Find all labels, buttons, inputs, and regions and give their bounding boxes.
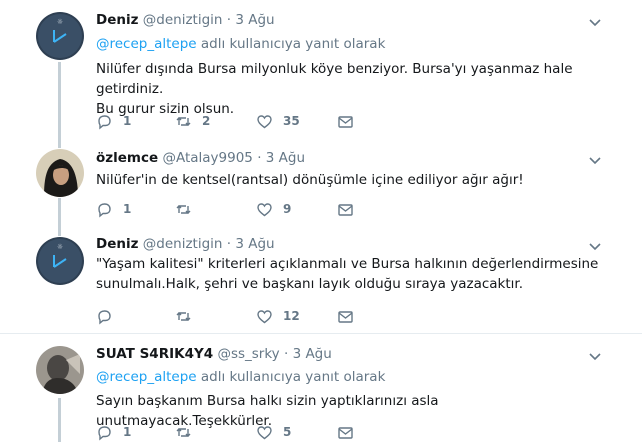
retweet-button[interactable]	[175, 306, 202, 326]
message-button[interactable]	[337, 422, 354, 442]
reply-context-text: adlı kullanıcıya yanıt olarak	[200, 369, 386, 385]
like-icon	[257, 309, 272, 323]
reply-count: 1	[123, 114, 132, 128]
tweet[interactable]: ☼ Deniz @deniztigin · 3 Ağu "Yaşam kalit…	[0, 230, 642, 330]
avatar[interactable]: ☼	[36, 237, 84, 285]
avatar[interactable]	[36, 346, 84, 394]
like-icon	[257, 202, 272, 216]
tweet[interactable]: ☼ Deniz @deniztigin · 3 Ağu @recep_altep…	[0, 0, 642, 145]
reply-icon	[98, 114, 111, 129]
tweet-text: Nilüfer dışında Bursa milyonluk köye ben…	[96, 59, 616, 119]
like-count: 5	[283, 425, 292, 439]
reply-context-text: adlı kullanıcıya yanıt olarak	[200, 36, 386, 52]
tweet-actions: 12	[96, 306, 396, 326]
tweet-actions: 1 2 35	[96, 111, 396, 131]
reply-button[interactable]: 1	[96, 422, 131, 442]
reply-button[interactable]: 1	[96, 111, 131, 131]
tweet-text-line: Nilüfer dışında Bursa milyonluk köye ben…	[96, 61, 573, 97]
tweet[interactable]: özlemce @Atalay9905 · 3 Ağu Nilüfer'in d…	[0, 145, 642, 230]
mention-link[interactable]: @recep_altepe	[96, 369, 197, 385]
message-icon	[338, 203, 353, 216]
avatar[interactable]	[36, 149, 84, 197]
retweet-icon	[176, 204, 191, 214]
retweet-icon	[176, 427, 191, 437]
separator-dot: ·	[226, 12, 232, 28]
reply-icon	[98, 309, 111, 324]
retweet-button[interactable]	[175, 199, 202, 219]
retweet-button[interactable]: 2	[175, 111, 210, 131]
tweet-text-line: Nilüfer'in de kentsel(rantsal) dönüşümle…	[96, 172, 524, 188]
user-handle[interactable]: @deniztigin	[143, 12, 223, 28]
reply-button[interactable]: 1	[96, 199, 131, 219]
retweet-icon	[176, 116, 191, 126]
like-icon	[257, 114, 272, 128]
reply-icon	[98, 202, 111, 217]
tweet-header: SUAT S4RIK4Y4 @ss_srky · 3 Ağu	[96, 346, 332, 362]
caret-down-icon[interactable]	[588, 16, 602, 30]
tweet-text: "Yaşam kalitesi" kriterleri açıklanmalı …	[96, 254, 616, 294]
display-name[interactable]: Deniz	[96, 236, 138, 252]
like-count: 35	[283, 114, 300, 128]
timestamp[interactable]: 3 Ağu	[266, 150, 305, 166]
timestamp[interactable]: 3 Ağu	[293, 346, 332, 362]
reply-context: @recep_altepe adlı kullanıcıya yanıt ola…	[96, 36, 385, 52]
tweet-header: Deniz @deniztigin · 3 Ağu	[96, 236, 275, 252]
like-count: 9	[283, 202, 292, 216]
timestamp[interactable]: 3 Ağu	[235, 236, 274, 252]
retweet-count: 2	[202, 114, 211, 128]
tweet-text-line: "Yaşam kalitesi" kriterleri açıklanmalı …	[96, 256, 599, 272]
message-button[interactable]	[337, 306, 354, 326]
reply-count: 1	[123, 202, 132, 216]
tweet-actions: 1 5	[96, 422, 396, 442]
message-button[interactable]	[337, 199, 354, 219]
like-icon	[257, 425, 272, 439]
user-handle[interactable]: @deniztigin	[143, 236, 223, 252]
tweet-actions: 1 9	[96, 199, 396, 219]
retweet-icon	[176, 311, 191, 321]
separator-dot: ·	[257, 150, 262, 166]
separator-dot: ·	[283, 346, 289, 362]
like-button[interactable]: 5	[256, 422, 291, 442]
display-name[interactable]: özlemce	[96, 150, 158, 166]
svg-text:☼: ☼	[57, 18, 63, 26]
display-name[interactable]: SUAT S4RIK4Y4	[96, 346, 213, 362]
tweet[interactable]: SUAT S4RIK4Y4 @ss_srky · 3 Ağu @recep_al…	[0, 334, 642, 442]
timestamp[interactable]: 3 Ağu	[235, 12, 274, 28]
reply-icon	[98, 425, 111, 440]
separator-dot: ·	[226, 236, 232, 252]
like-button[interactable]: 35	[256, 111, 300, 131]
avatar[interactable]: ☼	[36, 12, 84, 60]
reply-context: @recep_altepe adlı kullanıcıya yanıt ola…	[96, 369, 385, 385]
tweet-text: Nilüfer'in de kentsel(rantsal) dönüşümle…	[96, 170, 616, 190]
like-button[interactable]: 9	[256, 199, 291, 219]
mention-link[interactable]: @recep_altepe	[96, 36, 197, 52]
message-icon	[338, 115, 353, 128]
message-button[interactable]	[337, 111, 354, 131]
reply-button[interactable]	[96, 306, 123, 326]
caret-down-icon[interactable]	[588, 240, 602, 254]
user-handle[interactable]: @ss_srky	[217, 346, 279, 362]
caret-down-icon[interactable]	[588, 350, 602, 364]
like-button[interactable]: 12	[256, 306, 300, 326]
like-count: 12	[283, 309, 300, 323]
display-name[interactable]: Deniz	[96, 12, 138, 28]
tweet-header: özlemce @Atalay9905 · 3 Ağu	[96, 150, 305, 166]
user-handle[interactable]: @Atalay9905	[162, 150, 252, 166]
reply-count: 1	[123, 425, 132, 439]
tweet-header: Deniz @deniztigin · 3 Ağu	[96, 12, 275, 28]
message-icon	[338, 426, 353, 439]
retweet-button[interactable]	[175, 422, 202, 442]
caret-down-icon[interactable]	[588, 154, 602, 168]
svg-text:☼: ☼	[57, 243, 63, 251]
tweet-text-line: sunulmalı.Halk, şehri ve başkanı layık o…	[96, 276, 524, 292]
message-icon	[338, 310, 353, 323]
